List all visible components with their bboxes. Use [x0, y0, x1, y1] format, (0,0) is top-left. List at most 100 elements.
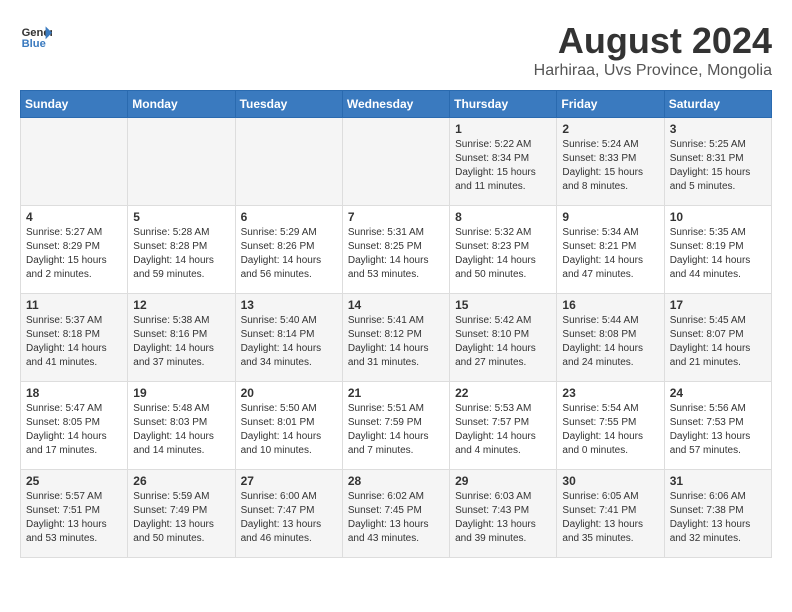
location: Harhiraa, Uvs Province, Mongolia: [534, 62, 772, 80]
month-title: August 2024: [534, 20, 772, 62]
day-cell: 30 Sunrise: 6:05 AM Sunset: 7:41 PM Dayli…: [557, 470, 664, 558]
day-info: Sunrise: 6:03 AM Sunset: 7:43 PM Dayligh…: [455, 490, 551, 546]
day-number: 20: [241, 386, 337, 400]
day-info: Sunrise: 5:27 AM Sunset: 8:29 PM Dayligh…: [26, 226, 122, 282]
day-cell: [235, 118, 342, 206]
day-cell: 9Sunrise: 5:34 AM Sunset: 8:21 PM Daylig…: [557, 206, 664, 294]
day-cell: 18 Sunrise: 5:47 AM Sunset: 8:05 PM Dayli…: [21, 382, 128, 470]
day-info: Sunrise: 5:22 AM Sunset: 8:34 PM Dayligh…: [455, 138, 551, 194]
day-info: Sunrise: 5:38 AM Sunset: 8:16 PM Dayligh…: [133, 314, 229, 370]
week-row-5: 25 Sunrise: 5:57 AM Sunset: 7:51 PM Dayli…: [21, 470, 772, 558]
day-info: Sunrise: 5:28 AM Sunset: 8:28 PM Dayligh…: [133, 226, 229, 282]
day-number: 10: [670, 210, 766, 224]
day-info: Sunrise: 5:41 AM Sunset: 8:12 PM Dayligh…: [348, 314, 444, 370]
day-info: Sunrise: 5:56 AM Sunset: 7:53 PM Dayligh…: [670, 402, 766, 458]
calendar-header: SundayMondayTuesdayWednesdayThursdayFrid…: [21, 91, 772, 118]
day-info: Sunrise: 5:25 AM Sunset: 8:31 PM Dayligh…: [670, 138, 766, 194]
day-number: 25: [26, 474, 122, 488]
day-cell: 1 Sunrise: 5:22 AM Sunset: 8:34 PM Daylig…: [450, 118, 557, 206]
day-number: 14: [348, 298, 444, 312]
day-info: Sunrise: 5:40 AM Sunset: 8:14 PM Dayligh…: [241, 314, 337, 370]
day-info: Sunrise: 6:05 AM Sunset: 7:41 PM Dayligh…: [562, 490, 658, 546]
day-cell: 13 Sunrise: 5:40 AM Sunset: 8:14 PM Dayli…: [235, 294, 342, 382]
day-cell: 19 Sunrise: 5:48 AM Sunset: 8:03 PM Dayli…: [128, 382, 235, 470]
day-cell: [21, 118, 128, 206]
header-monday: Monday: [128, 91, 235, 118]
day-cell: 21 Sunrise: 5:51 AM Sunset: 7:59 PM Dayli…: [342, 382, 449, 470]
day-cell: [342, 118, 449, 206]
day-cell: 25 Sunrise: 5:57 AM Sunset: 7:51 PM Dayli…: [21, 470, 128, 558]
day-cell: 3 Sunrise: 5:25 AM Sunset: 8:31 PM Daylig…: [664, 118, 771, 206]
svg-text:Blue: Blue: [22, 38, 46, 50]
day-number: 27: [241, 474, 337, 488]
day-info: Sunrise: 5:32 AM Sunset: 8:23 PM Dayligh…: [455, 226, 551, 282]
page-header: General Blue August 2024 Harhiraa, Uvs P…: [20, 20, 772, 80]
day-info: Sunrise: 5:37 AM Sunset: 8:18 PM Dayligh…: [26, 314, 122, 370]
day-number: 29: [455, 474, 551, 488]
header-tuesday: Tuesday: [235, 91, 342, 118]
day-number: 2: [562, 122, 658, 136]
day-cell: 15 Sunrise: 5:42 AM Sunset: 8:10 PM Dayli…: [450, 294, 557, 382]
day-info: Sunrise: 5:48 AM Sunset: 8:03 PM Dayligh…: [133, 402, 229, 458]
day-number: 26: [133, 474, 229, 488]
day-number: 22: [455, 386, 551, 400]
day-number: 19: [133, 386, 229, 400]
week-row-4: 18 Sunrise: 5:47 AM Sunset: 8:05 PM Dayli…: [21, 382, 772, 470]
day-cell: [128, 118, 235, 206]
day-info: Sunrise: 5:57 AM Sunset: 7:51 PM Dayligh…: [26, 490, 122, 546]
logo-icon: General Blue: [20, 20, 52, 52]
day-cell: 24 Sunrise: 5:56 AM Sunset: 7:53 PM Dayli…: [664, 382, 771, 470]
day-number: 23: [562, 386, 658, 400]
week-row-2: 4Sunrise: 5:27 AM Sunset: 8:29 PM Daylig…: [21, 206, 772, 294]
day-info: Sunrise: 5:24 AM Sunset: 8:33 PM Dayligh…: [562, 138, 658, 194]
day-cell: 27 Sunrise: 6:00 AM Sunset: 7:47 PM Dayli…: [235, 470, 342, 558]
day-number: 8: [455, 210, 551, 224]
day-cell: 8 Sunrise: 5:32 AM Sunset: 8:23 PM Daylig…: [450, 206, 557, 294]
day-cell: 10 Sunrise: 5:35 AM Sunset: 8:19 PM Dayli…: [664, 206, 771, 294]
day-number: 24: [670, 386, 766, 400]
header-saturday: Saturday: [664, 91, 771, 118]
day-number: 6: [241, 210, 337, 224]
header-wednesday: Wednesday: [342, 91, 449, 118]
day-cell: 12 Sunrise: 5:38 AM Sunset: 8:16 PM Dayli…: [128, 294, 235, 382]
day-info: Sunrise: 5:51 AM Sunset: 7:59 PM Dayligh…: [348, 402, 444, 458]
day-cell: 5Sunrise: 5:28 AM Sunset: 8:28 PM Daylig…: [128, 206, 235, 294]
day-info: Sunrise: 5:29 AM Sunset: 8:26 PM Dayligh…: [241, 226, 337, 282]
header-row: SundayMondayTuesdayWednesdayThursdayFrid…: [21, 91, 772, 118]
day-cell: 6 Sunrise: 5:29 AM Sunset: 8:26 PM Daylig…: [235, 206, 342, 294]
day-info: Sunrise: 6:06 AM Sunset: 7:38 PM Dayligh…: [670, 490, 766, 546]
day-number: 12: [133, 298, 229, 312]
day-info: Sunrise: 5:59 AM Sunset: 7:49 PM Dayligh…: [133, 490, 229, 546]
day-number: 3: [670, 122, 766, 136]
day-cell: 28Sunrise: 6:02 AM Sunset: 7:45 PM Dayli…: [342, 470, 449, 558]
day-number: 13: [241, 298, 337, 312]
day-number: 21: [348, 386, 444, 400]
day-info: Sunrise: 5:47 AM Sunset: 8:05 PM Dayligh…: [26, 402, 122, 458]
day-cell: 4Sunrise: 5:27 AM Sunset: 8:29 PM Daylig…: [21, 206, 128, 294]
day-cell: 29 Sunrise: 6:03 AM Sunset: 7:43 PM Dayli…: [450, 470, 557, 558]
day-number: 16: [562, 298, 658, 312]
day-info: Sunrise: 5:35 AM Sunset: 8:19 PM Dayligh…: [670, 226, 766, 282]
day-cell: 7 Sunrise: 5:31 AM Sunset: 8:25 PM Daylig…: [342, 206, 449, 294]
day-info: Sunrise: 5:53 AM Sunset: 7:57 PM Dayligh…: [455, 402, 551, 458]
day-number: 7: [348, 210, 444, 224]
day-cell: 26 Sunrise: 5:59 AM Sunset: 7:49 PM Dayli…: [128, 470, 235, 558]
day-info: Sunrise: 5:34 AM Sunset: 8:21 PM Dayligh…: [562, 226, 658, 282]
day-number: 28: [348, 474, 444, 488]
day-number: 18: [26, 386, 122, 400]
week-row-1: 1 Sunrise: 5:22 AM Sunset: 8:34 PM Daylig…: [21, 118, 772, 206]
day-info: Sunrise: 5:42 AM Sunset: 8:10 PM Dayligh…: [455, 314, 551, 370]
calendar-table: SundayMondayTuesdayWednesdayThursdayFrid…: [20, 90, 772, 558]
week-row-3: 11Sunrise: 5:37 AM Sunset: 8:18 PM Dayli…: [21, 294, 772, 382]
day-info: Sunrise: 5:31 AM Sunset: 8:25 PM Dayligh…: [348, 226, 444, 282]
day-info: Sunrise: 6:00 AM Sunset: 7:47 PM Dayligh…: [241, 490, 337, 546]
day-number: 15: [455, 298, 551, 312]
day-cell: 17Sunrise: 5:45 AM Sunset: 8:07 PM Dayli…: [664, 294, 771, 382]
day-cell: 31Sunrise: 6:06 AM Sunset: 7:38 PM Dayli…: [664, 470, 771, 558]
day-cell: 2 Sunrise: 5:24 AM Sunset: 8:33 PM Daylig…: [557, 118, 664, 206]
calendar-body: 1 Sunrise: 5:22 AM Sunset: 8:34 PM Daylig…: [21, 118, 772, 558]
day-number: 1: [455, 122, 551, 136]
day-number: 30: [562, 474, 658, 488]
header-thursday: Thursday: [450, 91, 557, 118]
day-cell: 16Sunrise: 5:44 AM Sunset: 8:08 PM Dayli…: [557, 294, 664, 382]
